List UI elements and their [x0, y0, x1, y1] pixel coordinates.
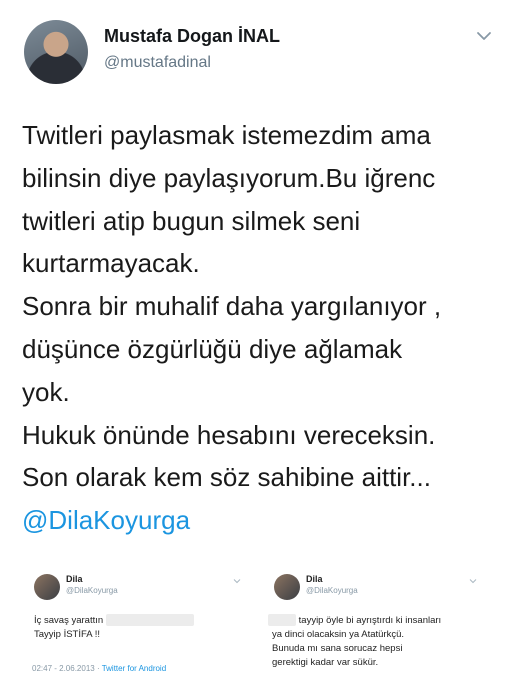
user-handle[interactable]: @mustafadinal: [104, 54, 211, 72]
chevron-down-icon: [469, 579, 477, 584]
mention-link[interactable]: @DilaKoyurga: [22, 499, 502, 542]
embedded-avatar: [34, 574, 60, 600]
embedded-text-line: ya dinci olacaksin ya Atatürkçü.: [272, 629, 405, 640]
redaction: [268, 614, 296, 627]
tweet-text: Twitleri paylasmak istemezdim ama bilins…: [22, 114, 502, 542]
tweet-line: bilinsin diye paylaşıyorum.Bu iğrenc: [22, 162, 436, 193]
embedded-avatar: [274, 574, 300, 600]
tweet-line: yok.: [22, 376, 70, 407]
embedded-display-name: Dila: [306, 574, 323, 584]
embedded-text-line: tayyip öyle bi ayrıştırdı ki insanları: [268, 614, 441, 628]
embedded-tweet-left: Dila @DilaKoyurga İç savaş yarattın Tayy…: [22, 568, 254, 690]
embedded-time: 02:47 - 2.06.2013 ·: [32, 664, 100, 673]
tweet-line: kurtarmayacak.: [22, 248, 200, 279]
embedded-tweet-right: Dila @DilaKoyurga tayyip öyle bi ayrıştı…: [262, 568, 494, 690]
avatar[interactable]: [24, 20, 88, 84]
display-name[interactable]: Mustafa Dogan İNAL: [104, 26, 280, 47]
tweet-line: Sonra bir muhalif daha yargılanıyor ,: [22, 291, 442, 322]
embedded-handle: @DilaKoyurga: [66, 586, 118, 595]
embedded-meta: 02:47 - 2.06.2013 · Twitter for Android: [32, 664, 166, 673]
embedded-text-line: gerektigi kadar var sükür.: [272, 657, 379, 668]
embedded-source: Twitter for Android: [101, 664, 167, 673]
embedded-display-name: Dila: [66, 574, 83, 584]
tweet-line: Hukuk önünde hesabını vereceksin.: [22, 419, 436, 450]
redaction: [105, 614, 194, 627]
tweet-line: twitleri atip bugun silmek seni: [22, 205, 361, 236]
embedded-text-line: Tayyip İSTİFA !!: [34, 629, 100, 640]
tweet-line: düşünce özgürlüğü diye ağlamak: [22, 333, 403, 364]
embedded-text-line: İç savaş yarattın: [34, 614, 194, 628]
tweet-card: Mustafa Dogan İNAL @mustafadinal Twitler…: [0, 0, 514, 690]
tweet-line: Son olarak kem söz sahibine aittir...: [22, 462, 431, 493]
chevron-down-icon: [233, 579, 241, 584]
embedded-handle: @DilaKoyurga: [306, 586, 358, 595]
embedded-text-line: Bunuda mı sana sorucaz hepsi: [272, 643, 403, 654]
chevron-down-icon[interactable]: [474, 26, 494, 46]
tweet-line: Twitleri paylasmak istemezdim ama: [22, 120, 431, 150]
